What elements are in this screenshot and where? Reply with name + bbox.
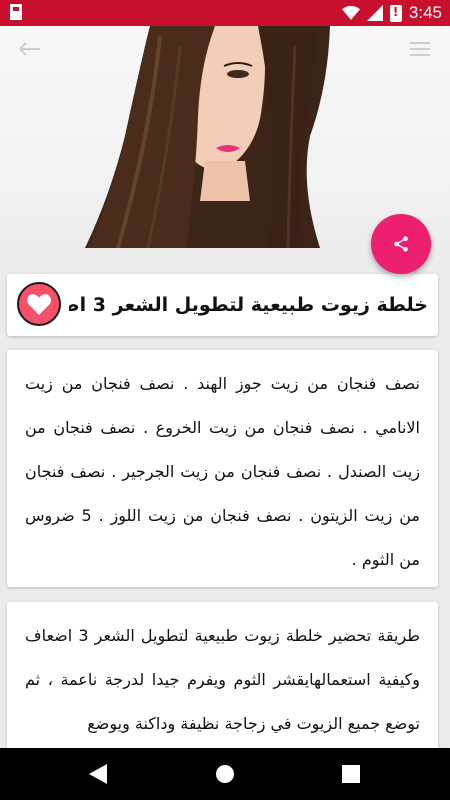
status-time: 3:45 [408, 3, 442, 22]
share-button[interactable] [371, 214, 431, 274]
signal-icon [366, 5, 383, 21]
header-photo [0, 26, 450, 248]
recents-button[interactable] [321, 748, 381, 800]
battery-alert-icon [389, 4, 402, 22]
navigation-bar [0, 748, 450, 800]
method-text: طريقة تحضير خلطة زيوت طبيعية لتطويل الشع… [25, 626, 420, 733]
wifi-icon [341, 5, 360, 20]
back-icon [89, 764, 107, 784]
ingredients-text: نصف فنجان من زيت جوز الهند . نصف فنجان م… [25, 374, 421, 569]
ingredients-card: نصف فنجان من زيت جوز الهند . نصف فنجان م… [7, 350, 438, 587]
home-icon [216, 765, 234, 783]
back-button[interactable] [68, 748, 128, 800]
title-card: خلطة زيوت طبيعية لتطويل الشعر 3 اضعاف [7, 274, 438, 336]
share-icon [394, 236, 408, 252]
recents-icon [342, 765, 360, 783]
home-button[interactable] [195, 748, 255, 800]
heart-icon [26, 294, 52, 315]
status-bar: 3:45 [0, 0, 450, 26]
sd-card-icon [10, 4, 22, 20]
method-card: طريقة تحضير خلطة زيوت طبيعية لتطويل الشع… [7, 602, 438, 752]
favorite-button[interactable] [17, 282, 61, 326]
article-title: خلطة زيوت طبيعية لتطويل الشعر 3 اضعاف [69, 294, 428, 316]
woman-hair-image [85, 26, 330, 248]
